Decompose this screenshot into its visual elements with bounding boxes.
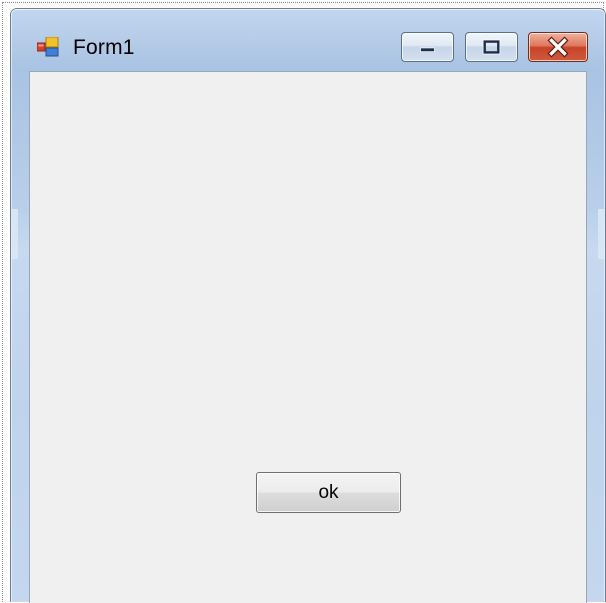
- title-bar[interactable]: Form1: [11, 9, 605, 71]
- minimize-button[interactable]: [401, 32, 454, 62]
- maximize-icon: [482, 39, 501, 55]
- form-designer-surface: Form1 ok: [0, 0, 606, 603]
- ok-button[interactable]: ok: [256, 472, 401, 513]
- close-button[interactable]: [528, 32, 588, 62]
- left-border-highlight: [12, 209, 18, 259]
- right-border-highlight: [598, 209, 604, 259]
- minimize-icon: [420, 47, 435, 53]
- form-window[interactable]: Form1 ok: [10, 8, 606, 603]
- close-icon: [547, 36, 569, 58]
- window-title: Form1: [73, 36, 135, 59]
- form-app-icon: [37, 37, 59, 57]
- maximize-button[interactable]: [465, 32, 518, 62]
- form-client-area: ok: [29, 71, 587, 603]
